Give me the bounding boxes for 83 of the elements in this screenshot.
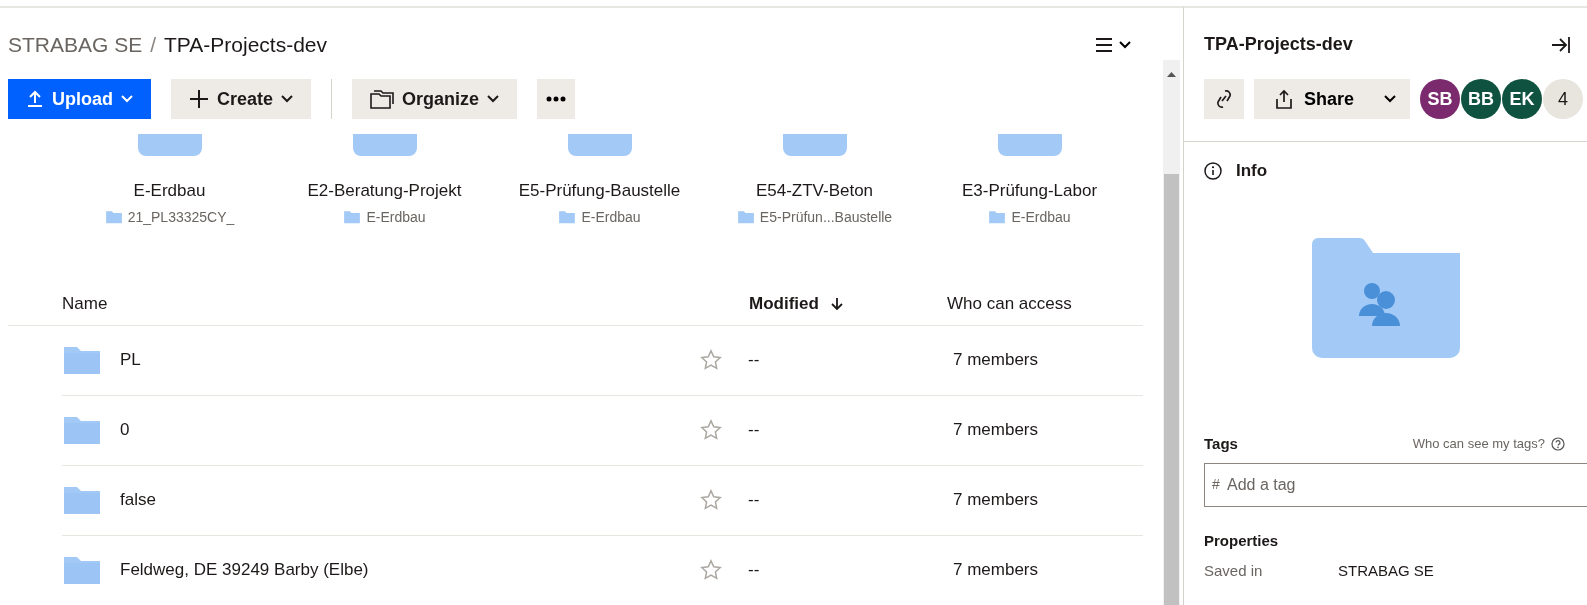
modified-cell-text: -- (748, 560, 761, 581)
folder-icon (352, 134, 417, 157)
section-title: Info (1236, 161, 1268, 181)
folder-location: 21_PL33325CY_ (127, 209, 235, 226)
scrollbar[interactable] (1163, 60, 1180, 605)
folder-location: E5-Prüfun...Baustelle (759, 209, 893, 226)
folder-name[interactable]: E2-Beratung-Projekt (307, 181, 462, 202)
folder-icon (62, 344, 102, 377)
tags-help-link[interactable]: Who can see my tags? (1412, 436, 1545, 451)
folder-icon (782, 134, 847, 157)
property-label: Saved in (1204, 562, 1264, 579)
file-name[interactable]: PL (120, 350, 700, 371)
member-avatar[interactable]: SB (1420, 79, 1460, 119)
folder-icon (62, 414, 102, 447)
panel-title: TPA-Projects-dev (1204, 34, 1353, 55)
chevron-down-icon (487, 95, 500, 104)
more-button[interactable] (537, 79, 576, 120)
folder-name[interactable]: E5-Prüfung-Baustelle (518, 181, 681, 202)
access-cell-text: 7 members (952, 490, 1040, 511)
modified-cell-text: -- (748, 350, 761, 371)
chevron-down-icon (1119, 41, 1131, 50)
folder-location: E-Erdbau (581, 209, 641, 226)
column-header[interactable]: Who can access (947, 294, 1143, 315)
plus-icon (189, 89, 209, 110)
file-name[interactable]: 0 (120, 420, 700, 441)
folder-icon (62, 484, 102, 517)
breadcrumb-separator: / (150, 33, 157, 58)
collapse-panel-icon[interactable] (1551, 35, 1571, 54)
folder-name[interactable]: E54-ZTV-Beton (755, 181, 874, 202)
share-button[interactable]: Share (1254, 79, 1410, 119)
create-button[interactable]: Create (171, 79, 312, 120)
access-cell-text: 7 members (952, 350, 1040, 371)
chevron-down-icon (281, 95, 294, 104)
info-icon (1204, 162, 1222, 180)
access-cell-text: 7 members (952, 420, 1040, 441)
tags-label: Tags (1204, 435, 1238, 452)
share-icon (1274, 89, 1294, 109)
breadcrumb-current: TPA-Projects-dev (164, 33, 328, 58)
file-name[interactable]: Feldweg, DE 39249 Barby (Elbe) (120, 560, 700, 581)
chevron-down-icon (1384, 95, 1396, 103)
folder-icon (567, 134, 632, 157)
folder-icon (558, 210, 577, 225)
scroll-up-icon (1167, 72, 1176, 77)
help-icon[interactable] (1551, 436, 1565, 451)
chevron-down-icon (121, 95, 133, 104)
link-icon (1215, 88, 1233, 110)
list-icon (1095, 37, 1113, 54)
folder-icon (137, 134, 202, 157)
copy-link-button[interactable] (1204, 79, 1244, 119)
folder-icon (343, 210, 362, 225)
member-avatar[interactable]: EK (1502, 79, 1542, 119)
star-icon[interactable] (700, 419, 722, 442)
folder-name[interactable]: E3-Prüfung-Labor (961, 181, 1098, 202)
hash-prefix: # (1212, 476, 1220, 492)
column-header[interactable]: Modified (749, 294, 947, 315)
access-cell-text: 7 members (952, 560, 1040, 581)
modified-cell-text: -- (748, 420, 761, 441)
property-value: STRABAG SE (1338, 562, 1435, 579)
star-icon[interactable] (700, 559, 722, 582)
folder-icon (988, 210, 1007, 225)
folder-location: E-Erdbau (366, 209, 426, 226)
folder-icon (104, 210, 123, 225)
folder-location: E-Erdbau (1011, 209, 1071, 226)
star-icon[interactable] (700, 489, 722, 512)
shared-folder-icon (1311, 238, 1460, 358)
breadcrumb-link[interactable]: STRABAG SE (8, 33, 143, 58)
upload-icon (26, 90, 44, 109)
folder-icon (62, 554, 102, 587)
properties-label: Properties (1204, 532, 1279, 549)
folder-icon (997, 134, 1062, 157)
column-header[interactable]: Name (62, 294, 749, 315)
upload-button[interactable]: Upload (8, 79, 151, 120)
file-name[interactable]: false (120, 490, 700, 511)
member-avatar[interactable]: BB (1461, 79, 1501, 119)
sort-arrow-icon (830, 297, 843, 312)
folders-icon (370, 89, 395, 110)
folder-name[interactable]: E-Erdbau (133, 181, 206, 202)
organize-button[interactable]: Organize (352, 79, 518, 120)
member-avatar[interactable]: 4 (1543, 79, 1583, 119)
more-icon (546, 96, 567, 103)
folder-icon (736, 210, 755, 225)
star-icon[interactable] (700, 349, 722, 372)
modified-cell-text: -- (748, 490, 761, 511)
